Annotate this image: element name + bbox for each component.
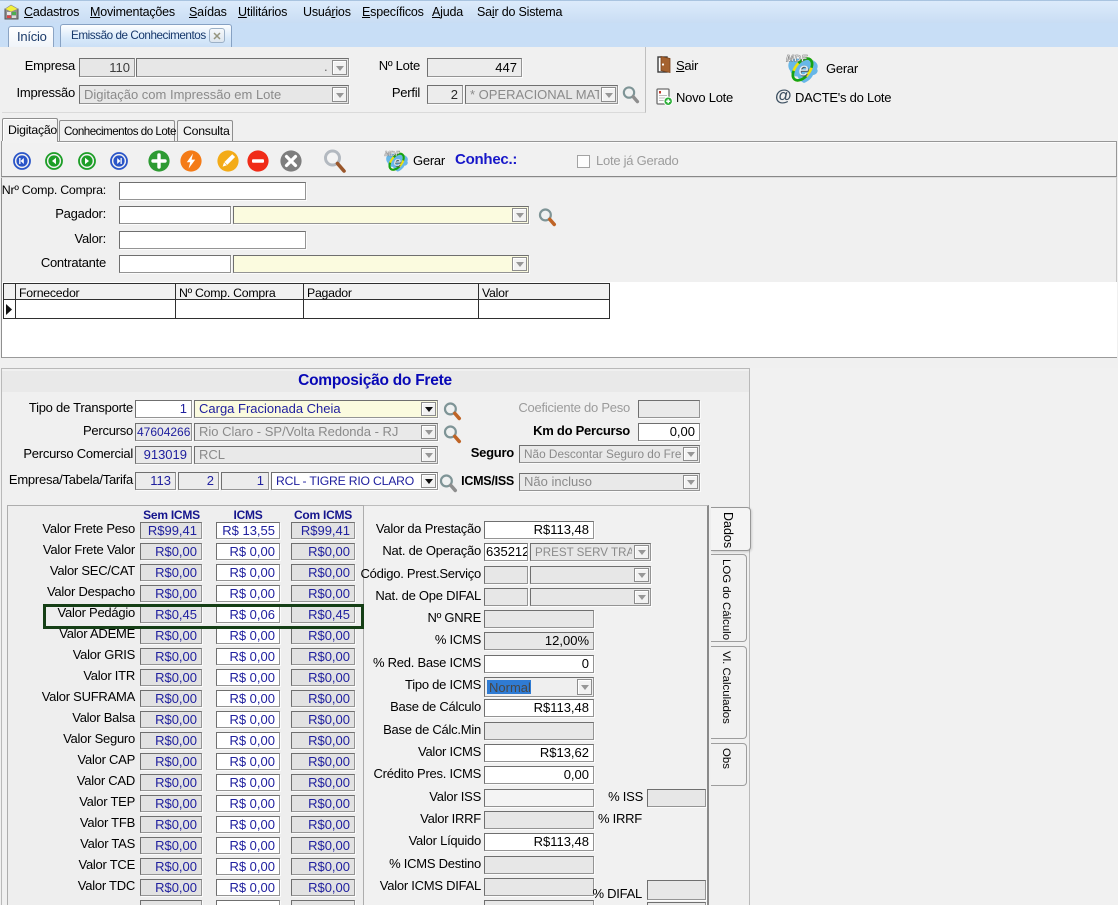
svg-text:MDF: MDF — [786, 54, 807, 65]
svg-text:MDF: MDF — [384, 151, 400, 158]
